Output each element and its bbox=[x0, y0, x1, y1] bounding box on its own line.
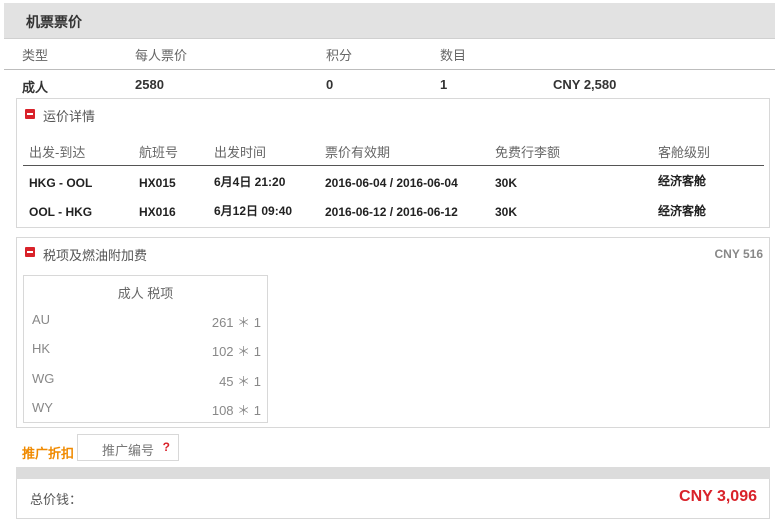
fare-details-panel: 运价详情 出发-到达 航班号 出发时间 票价有效期 免费行李额 客舱级别 HKG… bbox=[16, 98, 770, 228]
total-label: 总价钱： bbox=[30, 492, 83, 507]
fare-baggage: 30K bbox=[495, 205, 518, 219]
promo-placeholder: 推广编号 bbox=[102, 443, 155, 458]
fare-header-cabin: 客舱级别 bbox=[658, 145, 711, 160]
fare-time: 6月12日 09:40 bbox=[214, 204, 293, 218]
fare-header-route: 出发-到达 bbox=[29, 145, 86, 160]
tax-value: 45 ＊ 1 bbox=[219, 374, 261, 389]
summary-price: 2580 bbox=[135, 77, 164, 92]
taxes-title[interactable]: 税项及燃油附加费 bbox=[43, 245, 147, 264]
summary-count: 1 bbox=[440, 77, 448, 92]
fare-validity: 2016-06-12 / 2016-06-12 bbox=[325, 205, 458, 219]
summary-points: 0 bbox=[326, 77, 334, 92]
tax-code: HK bbox=[32, 341, 51, 356]
fare-header-row: 出发-到达 航班号 出发时间 票价有效期 免费行李额 客舱级别 bbox=[23, 138, 764, 166]
collapse-icon[interactable] bbox=[25, 247, 35, 257]
summary-header-type: 类型 bbox=[22, 48, 49, 63]
taxes-panel: 税项及燃油附加费 CNY 516 成人 税项 AU 261 ＊ 1 HK 102… bbox=[16, 237, 770, 428]
tax-box-title: 成人 税项 bbox=[117, 286, 174, 301]
tax-code: WY bbox=[32, 400, 53, 415]
summary-header-row: 类型 每人票价 积分 数目 bbox=[4, 40, 775, 70]
tax-value: 261 ＊ 1 bbox=[211, 315, 261, 330]
fare-header-flight: 航班号 bbox=[139, 145, 179, 160]
total-price-box: 总价钱： CNY 3,096 bbox=[16, 479, 770, 519]
fare-time: 6月4日 21:20 bbox=[214, 175, 286, 189]
fare-validity: 2016-06-04 / 2016-06-04 bbox=[325, 176, 458, 190]
collapse-icon[interactable] bbox=[25, 109, 35, 119]
summary-header-count: 数目 bbox=[440, 48, 467, 63]
fare-route: HKG - OOL bbox=[29, 176, 93, 190]
page-title: 机票票价 bbox=[26, 14, 82, 30]
fare-header-time: 出发时间 bbox=[214, 145, 267, 160]
summary-header-price: 每人票价 bbox=[135, 48, 188, 63]
tax-code: AU bbox=[32, 312, 51, 327]
fare-cabin: 经济客舱 bbox=[658, 174, 707, 188]
summary-type: 成人 bbox=[22, 80, 49, 95]
total-divider bbox=[16, 467, 770, 479]
promo-label: 推广折扣 bbox=[22, 446, 75, 461]
fare-header-validity: 票价有效期 bbox=[325, 145, 391, 160]
taxes-total: CNY 516 bbox=[714, 247, 763, 261]
promo-code-input[interactable]: 推广编号 ? bbox=[77, 434, 179, 461]
summary-amount: CNY 2,580 bbox=[553, 77, 617, 92]
fare-flight: HX015 bbox=[139, 176, 176, 190]
fare-route: OOL - HKG bbox=[29, 205, 93, 219]
fare-details-title[interactable]: 运价详情 bbox=[43, 106, 95, 125]
section-title-bar: 机票票价 bbox=[4, 3, 775, 39]
summary-header-points: 积分 bbox=[326, 48, 353, 63]
fare-cabin: 经济客舱 bbox=[658, 204, 707, 218]
help-icon[interactable]: ? bbox=[163, 440, 170, 454]
fare-flight: HX016 bbox=[139, 205, 176, 219]
fare-baggage: 30K bbox=[495, 176, 518, 190]
adult-tax-box: 成人 税项 AU 261 ＊ 1 HK 102 ＊ 1 WG 45 ＊ 1 WY… bbox=[23, 275, 268, 423]
total-value: CNY 3,096 bbox=[679, 488, 757, 505]
tax-value: 102 ＊ 1 bbox=[211, 344, 261, 359]
fare-header-baggage: 免费行李额 bbox=[495, 145, 561, 160]
tax-value: 108 ＊ 1 bbox=[211, 403, 261, 418]
tax-code: WG bbox=[32, 371, 55, 386]
